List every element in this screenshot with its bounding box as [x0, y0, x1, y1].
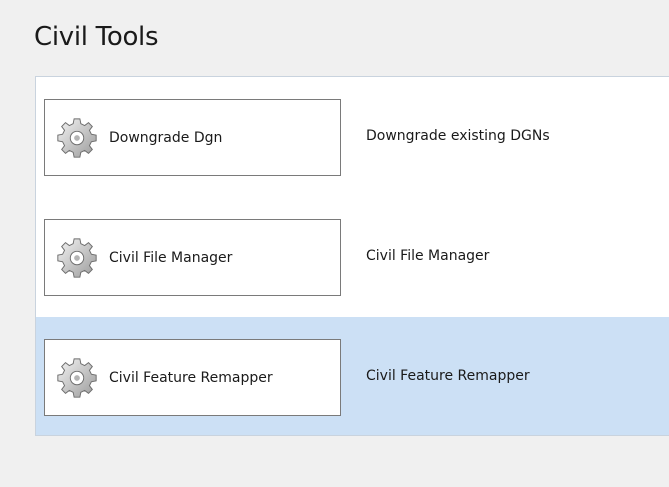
tool-list: Downgrade Dgn Downgrade existing DGNs Ci… — [35, 76, 669, 436]
tool-row-civil-file-manager: Civil File Manager Civil File Manager — [36, 197, 669, 315]
tool-row-civil-feature-remapper: Civil Feature Remapper Civil Feature Rem… — [36, 317, 669, 435]
tool-description: Downgrade existing DGNs — [366, 128, 550, 144]
tool-description: Civil Feature Remapper — [366, 368, 530, 384]
gear-icon — [57, 117, 97, 158]
button-label: Downgrade Dgn — [109, 129, 223, 146]
civil-file-manager-button[interactable]: Civil File Manager — [44, 219, 341, 296]
downgrade-dgn-button[interactable]: Downgrade Dgn — [44, 99, 341, 176]
gear-icon — [57, 357, 97, 398]
button-label: Civil File Manager — [109, 249, 233, 266]
civil-feature-remapper-button[interactable]: Civil Feature Remapper — [44, 339, 341, 416]
button-label: Civil Feature Remapper — [109, 369, 273, 386]
tool-description: Civil File Manager — [366, 248, 490, 264]
gear-icon — [57, 237, 97, 278]
page-title: Civil Tools — [34, 22, 159, 52]
tool-row-downgrade-dgn: Downgrade Dgn Downgrade existing DGNs — [36, 77, 669, 195]
